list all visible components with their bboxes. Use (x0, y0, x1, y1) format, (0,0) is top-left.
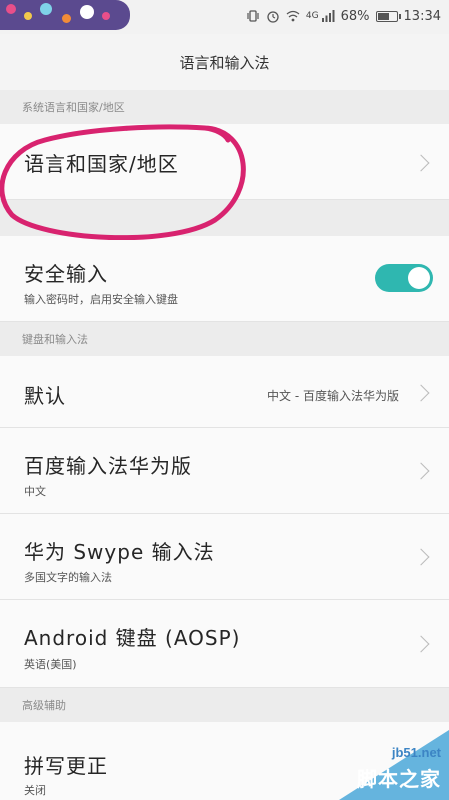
section-header-advanced: 高级辅助 (0, 688, 449, 722)
keyboard-label: 华为 Swype 输入法 (24, 540, 215, 564)
status-icons: 4G 68% 13:34 (246, 6, 441, 26)
vibrate-icon (247, 10, 259, 22)
signal-icon (321, 10, 335, 22)
wifi-icon (286, 10, 300, 22)
chevron-right-icon (412, 462, 430, 480)
keyboard-item-baidu[interactable]: 百度输入法华为版 中文 (0, 428, 449, 514)
default-keyboard-label: 默认 (24, 384, 66, 408)
section-header-keyboard: 键盘和输入法 (0, 322, 449, 356)
status-bar: 4G 68% 13:34 (0, 0, 449, 34)
battery-icon (375, 10, 401, 22)
language-region-item[interactable]: 语言和国家/地区 (0, 124, 449, 200)
secure-input-toggle[interactable] (375, 264, 433, 292)
keyboard-label: 百度输入法华为版 (24, 454, 192, 478)
section-header-system-language: 系统语言和国家/地区 (0, 90, 449, 124)
spell-check-label: 拼写更正 (24, 754, 108, 778)
keyboard-label: Android 键盘 (AOSP) (24, 626, 241, 650)
secure-input-item[interactable]: 安全输入 输入密码时，启用安全输入键盘 (0, 236, 449, 322)
secure-input-description: 输入密码时，启用安全输入键盘 (24, 293, 178, 306)
wallpaper-sticker-decoration (0, 0, 130, 30)
keyboard-item-aosp[interactable]: Android 键盘 (AOSP) 英语(美国) (0, 600, 449, 688)
spell-check-item[interactable]: 拼写更正 关闭 (0, 722, 449, 800)
chevron-right-icon (412, 548, 430, 566)
keyboard-item-swype[interactable]: 华为 Swype 输入法 多国文字的输入法 (0, 514, 449, 600)
chevron-right-icon (412, 635, 430, 653)
spell-check-sub: 关闭 (24, 784, 46, 797)
alarm-icon (267, 11, 279, 23)
language-region-label: 语言和国家/地区 (24, 152, 179, 176)
chevron-right-icon (412, 384, 430, 402)
keyboard-sub: 中文 (24, 485, 46, 498)
battery-percent: 68% (340, 8, 370, 24)
divider (0, 200, 449, 236)
chevron-right-icon (412, 154, 430, 172)
keyboard-sub: 多国文字的输入法 (24, 571, 112, 584)
network-type: 4G (305, 11, 319, 21)
toggle-knob (408, 267, 430, 289)
clock: 13:34 (403, 8, 441, 24)
default-keyboard-value: 中文 - 百度输入法华为版 (267, 389, 399, 403)
secure-input-label: 安全输入 (24, 262, 108, 286)
default-keyboard-item[interactable]: 默认 中文 - 百度输入法华为版 (0, 356, 449, 428)
keyboard-sub: 英语(美国) (24, 658, 77, 671)
page-title: 语言和输入法 (0, 34, 449, 90)
